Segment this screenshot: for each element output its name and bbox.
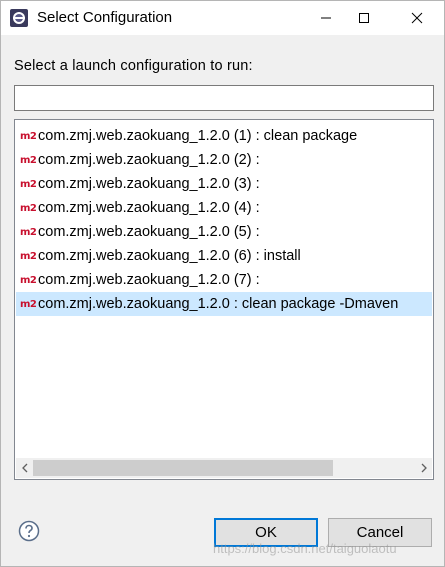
close-button[interactable] — [394, 1, 440, 35]
m2-maven-icon: m2 — [20, 130, 37, 142]
configuration-label: com.zmj.web.zaokuang_1.2.0 (7) : — [38, 272, 260, 288]
chevron-right-icon — [421, 463, 427, 473]
configuration-label: com.zmj.web.zaokuang_1.2.0 (5) : — [38, 224, 260, 240]
list-item[interactable]: m2 com.zmj.web.zaokuang_1.2.0 (2) : — [16, 148, 432, 172]
maximize-icon — [359, 13, 369, 23]
configuration-label: com.zmj.web.zaokuang_1.2.0 (6) : install — [38, 248, 301, 264]
m2-maven-icon: m2 — [20, 202, 37, 214]
list-item[interactable]: m2 com.zmj.web.zaokuang_1.2.0 (1) : clea… — [16, 124, 432, 148]
prompt-label: Select a launch configuration to run: — [14, 58, 253, 74]
list-item[interactable]: m2 com.zmj.web.zaokuang_1.2.0 (3) : — [16, 172, 432, 196]
configuration-label: com.zmj.web.zaokuang_1.2.0 (2) : — [38, 152, 260, 168]
maximize-button[interactable] — [341, 1, 387, 35]
configuration-label: com.zmj.web.zaokuang_1.2.0 : clean packa… — [38, 296, 399, 312]
title-bar[interactable]: Select Configuration — [1, 1, 444, 35]
help-icon[interactable] — [18, 520, 40, 542]
m2-maven-icon: m2 — [20, 274, 37, 286]
chevron-left-icon — [21, 463, 27, 473]
m2-maven-icon: m2 — [20, 298, 37, 310]
close-icon — [411, 12, 423, 24]
configuration-label: com.zmj.web.zaokuang_1.2.0 (1) : clean p… — [38, 128, 358, 144]
list-item[interactable]: m2 com.zmj.web.zaokuang_1.2.0 (6) : inst… — [16, 244, 432, 268]
scroll-right-button[interactable] — [415, 458, 432, 478]
scrollbar-thumb[interactable] — [33, 460, 333, 476]
list-item[interactable]: m2 com.zmj.web.zaokuang_1.2.0 (5) : — [16, 220, 432, 244]
window-title: Select Configuration — [37, 9, 173, 26]
m2-maven-icon: m2 — [20, 154, 37, 166]
eclipse-app-icon — [10, 9, 28, 27]
list-item[interactable]: m2 com.zmj.web.zaokuang_1.2.0 (4) : — [16, 196, 432, 220]
scroll-left-button[interactable] — [16, 458, 33, 478]
list-item-selected[interactable]: m2 com.zmj.web.zaokuang_1.2.0 : clean pa… — [16, 292, 432, 316]
m2-maven-icon: m2 — [20, 250, 37, 262]
horizontal-scrollbar[interactable] — [16, 458, 432, 478]
filter-input[interactable] — [14, 85, 434, 111]
select-configuration-dialog: Select Configuration Select a launch con… — [0, 0, 445, 567]
configuration-list[interactable]: m2 com.zmj.web.zaokuang_1.2.0 (1) : clea… — [14, 119, 434, 480]
watermark: https://blog.csdn.net/taiguolaotu — [213, 541, 397, 556]
m2-maven-icon: m2 — [20, 178, 37, 190]
configuration-label: com.zmj.web.zaokuang_1.2.0 (3) : — [38, 176, 260, 192]
configuration-label: com.zmj.web.zaokuang_1.2.0 (4) : — [38, 200, 260, 216]
m2-maven-icon: m2 — [20, 226, 37, 238]
list-item[interactable]: m2 com.zmj.web.zaokuang_1.2.0 (7) : — [16, 268, 432, 292]
minimize-icon — [321, 17, 331, 19]
